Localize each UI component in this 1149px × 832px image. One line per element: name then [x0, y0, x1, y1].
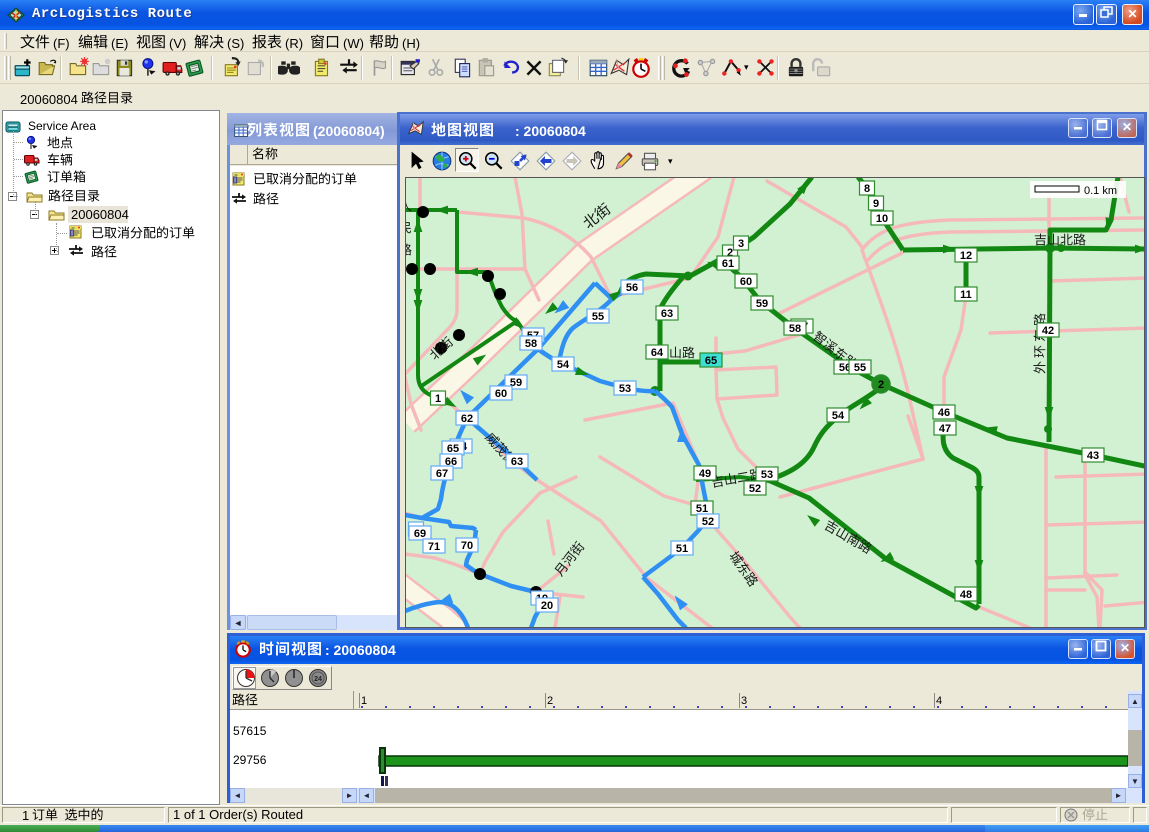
- svg-text:2: 2: [547, 695, 553, 707]
- svg-text:: 20060804: : 20060804: [515, 123, 586, 139]
- svg-text:61: 61: [722, 258, 734, 270]
- svg-text:11: 11: [960, 289, 972, 301]
- svg-text:70: 70: [461, 540, 473, 552]
- svg-text:3: 3: [741, 695, 747, 707]
- svg-text:65: 65: [447, 443, 459, 455]
- svg-text:47: 47: [939, 423, 951, 435]
- svg-text:1: 1: [435, 393, 441, 405]
- svg-text:24: 24: [314, 676, 322, 683]
- svg-text:58: 58: [525, 338, 537, 350]
- svg-text:0.1 km: 0.1 km: [1084, 185, 1117, 197]
- svg-text:60: 60: [495, 388, 507, 400]
- svg-text:51: 51: [676, 543, 688, 555]
- svg-text:71: 71: [428, 541, 440, 553]
- svg-text:3: 3: [738, 238, 744, 250]
- svg-text:56: 56: [626, 282, 638, 294]
- svg-text:48: 48: [960, 589, 972, 601]
- svg-text:54: 54: [557, 359, 570, 371]
- svg-text:43: 43: [1087, 450, 1099, 462]
- svg-text:55: 55: [592, 311, 604, 323]
- svg-text:1: 1: [361, 695, 367, 707]
- svg-text:65: 65: [705, 355, 717, 367]
- svg-text:52: 52: [702, 516, 714, 528]
- svg-text:54: 54: [832, 410, 845, 422]
- svg-text:(20060804): (20060804): [313, 123, 385, 139]
- svg-text:46: 46: [938, 407, 950, 419]
- svg-text:53: 53: [761, 469, 773, 481]
- svg-text:63: 63: [511, 456, 523, 468]
- svg-text:69: 69: [414, 528, 426, 540]
- svg-text:42: 42: [1042, 325, 1054, 337]
- svg-text:58: 58: [789, 323, 801, 335]
- svg-text:53: 53: [619, 383, 631, 395]
- svg-text:51: 51: [696, 503, 708, 515]
- svg-text:12: 12: [960, 250, 972, 262]
- svg-text:60: 60: [740, 276, 752, 288]
- svg-text:59: 59: [756, 298, 768, 310]
- svg-text:62: 62: [461, 413, 473, 425]
- svg-text:55: 55: [854, 362, 866, 374]
- svg-text:67: 67: [436, 468, 448, 480]
- svg-text:8: 8: [864, 183, 870, 195]
- svg-text:64: 64: [651, 347, 664, 359]
- svg-text:63: 63: [661, 308, 673, 320]
- svg-text:10: 10: [876, 213, 888, 225]
- svg-text:4: 4: [936, 695, 942, 707]
- svg-text:52: 52: [749, 483, 761, 495]
- svg-text:: 20060804: : 20060804: [325, 642, 396, 658]
- svg-text:49: 49: [699, 468, 711, 480]
- svg-text:9: 9: [873, 198, 879, 210]
- svg-text:20: 20: [541, 600, 553, 612]
- svg-text:2: 2: [878, 379, 884, 391]
